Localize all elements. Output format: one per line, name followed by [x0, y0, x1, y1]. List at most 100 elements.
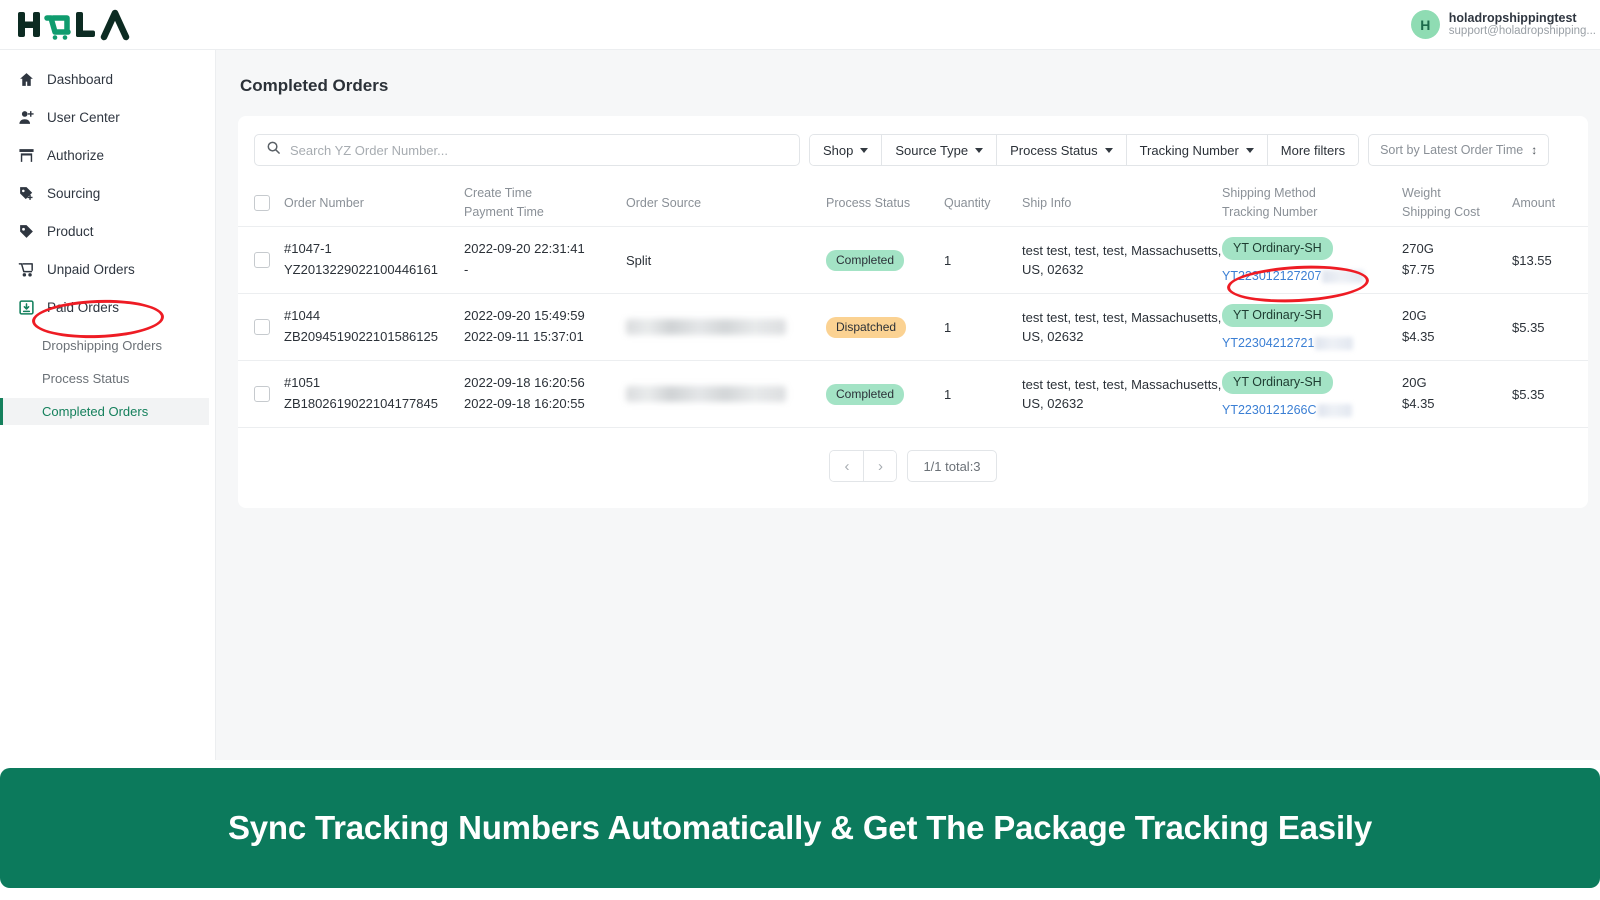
- cell-shipping: YT Ordinary-SH YT22304212721: [1222, 303, 1402, 351]
- cell-process-status: Completed: [826, 249, 944, 271]
- cell-times: 2022-09-20 22:31:41 -: [464, 239, 626, 281]
- orders-card: Shop Source Type Process Status Tracking…: [238, 116, 1588, 508]
- tracking-number-link[interactable]: YT223012127207: [1222, 269, 1321, 283]
- cell-order-source: [626, 319, 826, 335]
- filter-more-filters[interactable]: More filters: [1267, 135, 1359, 165]
- cell-amount: $5.35: [1512, 386, 1545, 402]
- sidebar-item-user-center[interactable]: User Center: [0, 104, 215, 130]
- sidebar-item-completed-orders[interactable]: Completed Orders: [0, 398, 209, 425]
- cell-ship-info: test test, test, test, Massachusetts, US…: [1022, 376, 1222, 412]
- th-quantity: Quantity: [944, 196, 991, 210]
- filter-shop[interactable]: Shop: [810, 135, 883, 165]
- table-header: Order Number Create Time Payment Time Or…: [238, 180, 1588, 227]
- th-shipping-cost: Shipping Cost: [1402, 205, 1480, 219]
- hola-logo-icon: [18, 9, 130, 40]
- user-email: support@holadropshipping...: [1448, 25, 1596, 38]
- th-weight: Weight: [1402, 185, 1441, 200]
- th-create-time: Create Time: [464, 185, 533, 200]
- order-source-blur-mask: [626, 319, 786, 335]
- sidebar-item-unpaid-orders[interactable]: Unpaid Orders: [0, 256, 215, 282]
- user-name: holadropshippingtest: [1448, 10, 1577, 25]
- th-ship-info: Ship Info: [1022, 196, 1072, 210]
- sidebar: Dashboard User Center Authorize Sourcing…: [0, 50, 216, 760]
- sort-label: Sort by Latest Order Time: [1380, 143, 1524, 157]
- th-amount: Amount: [1512, 196, 1556, 210]
- row-checkbox[interactable]: [254, 386, 270, 402]
- th-order-number: Order Number: [284, 196, 364, 210]
- tracking-blur-mask: [1322, 270, 1365, 284]
- filter-process-status[interactable]: Process Status: [997, 135, 1127, 165]
- tracking-number-link[interactable]: YT2230121266C: [1222, 403, 1317, 417]
- sidebar-item-sourcing[interactable]: Sourcing: [0, 180, 215, 206]
- search-input[interactable]: [290, 142, 788, 158]
- th-shipping-method-tracking: Shipping Method Tracking Number: [1222, 184, 1402, 223]
- order-ref: YZ2013229022100446161: [284, 262, 438, 277]
- sidebar-item-label: Unpaid Orders: [47, 261, 135, 277]
- create-time: 2022-09-20 15:49:59: [464, 308, 585, 324]
- create-time: 2022-09-20 22:31:41: [464, 241, 585, 257]
- cart-icon: [18, 261, 35, 278]
- top-bar: H holadropshippingtest support@holadrops…: [0, 0, 1600, 50]
- create-time: 2022-09-18 16:20:56: [464, 375, 585, 391]
- shipping-cost-value: $7.75: [1402, 262, 1435, 277]
- th-process-status: Process Status: [826, 196, 911, 210]
- main-content: Completed Orders Shop Source Type: [216, 50, 1600, 760]
- tracking-blur-mask: [1317, 404, 1352, 418]
- chevron-down-icon: [1104, 147, 1113, 153]
- tracking-number-link[interactable]: YT22304212721: [1222, 336, 1314, 350]
- sidebar-item-dashboard[interactable]: Dashboard: [0, 66, 215, 92]
- select-all-checkbox[interactable]: [254, 195, 270, 211]
- prev-page-button[interactable]: ‹: [830, 451, 864, 481]
- shipping-cost-value: $4.35: [1402, 329, 1435, 344]
- sidebar-item-paid-orders[interactable]: Paid Orders: [0, 294, 215, 320]
- pagination: ‹ › 1/1 total:3: [238, 428, 1588, 508]
- promo-banner: Sync Tracking Numbers Automatically & Ge…: [0, 768, 1600, 888]
- payment-time: 2022-09-11 15:37:01: [464, 329, 584, 344]
- th-shipping-method: Shipping Method: [1222, 185, 1316, 200]
- table-row[interactable]: #1047-1 YZ2013229022100446161 2022-09-20…: [238, 227, 1588, 294]
- cell-quantity: 1: [944, 319, 952, 335]
- page-title: Completed Orders: [240, 76, 389, 95]
- user-add-icon: [18, 109, 35, 126]
- cell-weight-cost: 270G $7.75: [1402, 239, 1512, 281]
- cell-ship-info: test test, test, test, Massachusetts, US…: [1022, 242, 1222, 278]
- order-id: #1047-1: [284, 241, 332, 257]
- weight-value: 20G: [1402, 308, 1427, 324]
- table-row[interactable]: #1044 ZB2094519022101586125 2022-09-20 1…: [238, 294, 1588, 361]
- search-icon: [266, 140, 281, 160]
- order-source-blur-mask: [626, 386, 786, 402]
- cell-times: 2022-09-18 16:20:56 2022-09-18 16:20:55: [464, 373, 626, 415]
- shipping-method-tag: YT Ordinary-SH: [1222, 236, 1333, 260]
- next-page-button[interactable]: ›: [863, 451, 897, 481]
- filter-tracking-number[interactable]: Tracking Number: [1126, 135, 1268, 165]
- sidebar-item-product[interactable]: Product: [0, 218, 215, 244]
- status-badge: Completed: [826, 249, 905, 271]
- search-box[interactable]: [254, 134, 800, 166]
- cell-shipping: YT Ordinary-SH YT2230121266C: [1222, 370, 1402, 418]
- sidebar-item-process-status[interactable]: Process Status: [0, 365, 215, 392]
- brand-logo[interactable]: [0, 8, 144, 42]
- filter-source-type[interactable]: Source Type: [882, 135, 998, 165]
- promo-banner-text: Sync Tracking Numbers Automatically & Ge…: [227, 809, 1373, 846]
- cell-times: 2022-09-20 15:49:59 2022-09-11 15:37:01: [464, 306, 626, 348]
- tag-add-icon: [18, 185, 35, 202]
- cell-weight-cost: 20G $4.35: [1402, 306, 1512, 348]
- row-checkbox[interactable]: [254, 252, 270, 268]
- cell-order-source: Split: [626, 253, 826, 268]
- th-weight-shipping-cost: Weight Shipping Cost: [1402, 184, 1512, 223]
- sidebar-subitem-label: Process Status: [42, 371, 130, 386]
- weight-value: 20G: [1402, 375, 1427, 391]
- sidebar-item-authorize[interactable]: Authorize: [0, 142, 215, 168]
- order-ref: ZB1802619022104177845: [284, 396, 438, 411]
- cell-quantity: 1: [944, 252, 952, 268]
- user-account[interactable]: H holadropshippingtest support@holadrops…: [1410, 10, 1600, 39]
- row-checkbox[interactable]: [254, 319, 270, 335]
- table-row[interactable]: #1051 ZB1802619022104177845 2022-09-18 1…: [238, 361, 1588, 428]
- sidebar-subitem-label: Completed Orders: [42, 404, 149, 419]
- sidebar-item-dropshipping-orders[interactable]: Dropshipping Orders: [0, 332, 215, 359]
- sort-selector[interactable]: Sort by Latest Order Time ↕: [1368, 134, 1550, 166]
- sidebar-item-label: Product: [47, 223, 94, 239]
- cell-order-number: #1051 ZB1802619022104177845: [284, 373, 464, 415]
- order-id: #1051: [284, 375, 321, 391]
- page-total-label[interactable]: 1/1 total:3: [907, 450, 997, 482]
